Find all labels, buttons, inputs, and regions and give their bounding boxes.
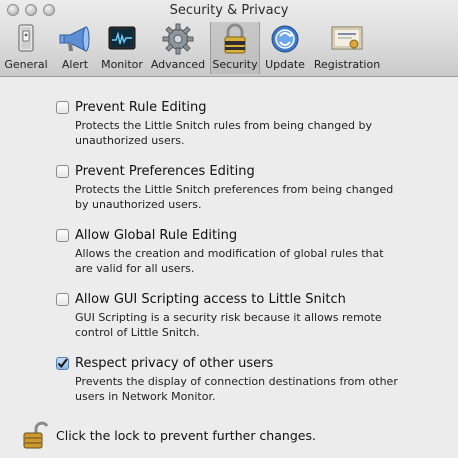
respect-privacy-checkbox[interactable]	[56, 357, 69, 370]
security-pane: Prevent Rule Editing Protects the Little…	[0, 77, 458, 458]
description-line: Prevents the display of connection desti…	[75, 375, 398, 388]
description-line: by unauthorized users.	[75, 198, 202, 211]
option-title: Prevent Rule Editing	[75, 100, 207, 115]
prevent-preferences-editing-checkbox[interactable]	[56, 165, 69, 178]
preferences-window: Security & Privacy General Alert Monitor…	[0, 0, 458, 458]
option-description: Allows the creation and modification of …	[75, 246, 446, 276]
description-line: Protects the Little Snitch rules from be…	[75, 119, 372, 132]
lock-instruction: Click the lock to prevent further change…	[56, 427, 316, 443]
option-title: Respect privacy of other users	[75, 356, 274, 371]
option-description: Protects the Little Snitch rules from be…	[75, 118, 446, 148]
toolbar-general[interactable]: General	[2, 22, 50, 74]
option-allow-gui-scripting: Allow GUI Scripting access to Little Sni…	[56, 292, 446, 340]
option-title: Allow GUI Scripting access to Little Sni…	[75, 292, 346, 307]
checkmark-icon	[57, 358, 68, 369]
toolbar-label: Update	[265, 58, 305, 71]
megaphone-icon	[58, 22, 92, 56]
toolbar-label: Registration	[313, 58, 381, 71]
toolbar-security[interactable]: Security	[210, 22, 260, 74]
option-description: Prevents the display of connection desti…	[75, 374, 446, 404]
update-globe-icon	[268, 22, 302, 56]
lock-control[interactable]: Click the lock to prevent further change…	[22, 420, 316, 450]
description-line: Allows the creation and modification of …	[75, 247, 384, 260]
toolbar-monitor[interactable]: Monitor	[98, 22, 146, 74]
option-prevent-rule-editing: Prevent Rule Editing Protects the Little…	[56, 100, 446, 148]
option-description: Protects the Little Snitch preferences f…	[75, 182, 446, 212]
option-title: Prevent Preferences Editing	[75, 164, 255, 179]
monitor-icon	[105, 22, 139, 56]
window-title: Security & Privacy	[169, 3, 289, 18]
window-chrome: Security & Privacy General Alert Monitor…	[0, 0, 458, 77]
toolbar-label: Security	[212, 58, 258, 71]
toolbar-label: Monitor	[101, 58, 143, 71]
allow-global-rule-editing-checkbox[interactable]	[56, 229, 69, 242]
toolbar-alert[interactable]: Alert	[54, 22, 96, 74]
option-allow-global-rule-editing: Allow Global Rule Editing Allows the cre…	[56, 228, 446, 276]
general-switch-icon	[9, 22, 43, 56]
description-line: Protects the Little Snitch preferences f…	[75, 183, 394, 196]
unlocked-padlock-icon[interactable]	[22, 420, 48, 450]
allow-gui-scripting-checkbox[interactable]	[56, 293, 69, 306]
gear-icon	[161, 22, 195, 56]
toolbar-update[interactable]: Update	[262, 22, 308, 74]
preferences-toolbar: General Alert Monitor Advanced Security …	[0, 22, 458, 74]
toolbar-advanced[interactable]: Advanced	[150, 22, 206, 74]
option-prevent-preferences-editing: Prevent Preferences Editing Protects the…	[56, 164, 446, 212]
description-line: are valid for all users.	[75, 262, 195, 275]
option-respect-privacy: Respect privacy of other users Prevents …	[56, 356, 446, 404]
license-certificate-icon	[330, 22, 364, 56]
option-description: GUI Scripting is a security risk because…	[75, 310, 446, 340]
toolbar-registration[interactable]: Registration	[312, 22, 382, 74]
description-line: unauthorized users.	[75, 134, 185, 147]
description-line: users in Network Monitor.	[75, 390, 216, 403]
prevent-rule-editing-checkbox[interactable]	[56, 101, 69, 114]
description-line: GUI Scripting is a security risk because…	[75, 311, 382, 324]
toolbar-label: General	[4, 58, 48, 71]
toolbar-label: Advanced	[150, 58, 206, 71]
description-line: control of Little Snitch.	[75, 326, 200, 339]
option-title: Allow Global Rule Editing	[75, 228, 238, 243]
toolbar-label: Alert	[61, 58, 89, 71]
lock-icon	[218, 22, 252, 56]
